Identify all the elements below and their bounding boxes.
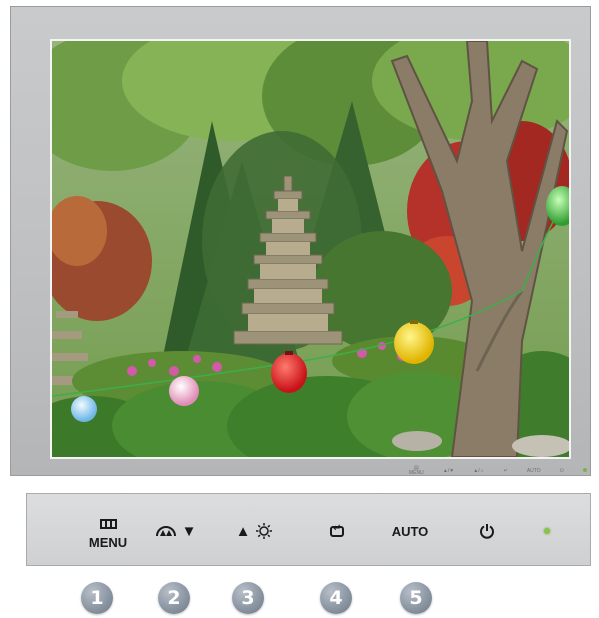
power-led-icon <box>544 528 550 534</box>
up-arrow-icon: ▲ <box>235 522 251 540</box>
mini-enter-button[interactable]: ↵ <box>503 467 508 474</box>
callout-badge-1: 1 <box>81 582 113 614</box>
power-indicator <box>537 516 557 546</box>
mini-auto-button[interactable]: AUTO <box>527 468 541 474</box>
down-arrow-icon: ▼ <box>181 522 197 540</box>
control-panel: MENU ▼ ▲ AUTO <box>26 493 591 566</box>
power-icon <box>480 524 494 539</box>
brightness-icon <box>256 523 273 539</box>
callout-badge-4: 4 <box>320 582 352 614</box>
enter-icon: ↵ <box>503 467 508 474</box>
mini-menu-button[interactable]: ▤ MENU <box>409 466 424 476</box>
auto-label: AUTO <box>391 523 429 539</box>
menu-icon <box>99 519 117 529</box>
mini-power-led <box>582 468 587 474</box>
callout-badge-2: 2 <box>158 582 190 614</box>
callout-badge-5: 5 <box>400 582 432 614</box>
monitor-screen <box>50 39 571 459</box>
callout-badge-3: 3 <box>232 582 264 614</box>
callout-badges: 1 2 3 4 5 <box>0 582 599 616</box>
brightness-down-button[interactable]: ▼ <box>145 516 207 546</box>
mini-brightness-down-button[interactable]: ▲/▼ <box>443 468 454 474</box>
magicbright-icon <box>155 526 176 537</box>
power-icon: ⏻ <box>559 467 564 474</box>
monitor-mini-control-panel: ▤ MENU ▲/▼ ▲/☼ ↵ AUTO ⏻ <box>409 464 587 478</box>
mini-power-button[interactable]: ⏻ <box>559 467 564 474</box>
brightness-up-button[interactable]: ▲ <box>223 516 285 546</box>
power-button[interactable] <box>475 516 499 546</box>
monitor: ▤ MENU ▲/▼ ▲/☼ ↵ AUTO ⏻ <box>10 6 591 476</box>
menu-button[interactable]: MENU <box>73 494 143 567</box>
menu-label: MENU <box>88 535 128 550</box>
power-led-icon <box>582 468 587 472</box>
auto-button[interactable]: AUTO <box>382 516 438 546</box>
enter-button[interactable] <box>319 516 355 546</box>
garden-photo <box>52 41 569 457</box>
enter-icon <box>330 523 344 537</box>
mini-brightness-up-button[interactable]: ▲/☼ <box>473 468 484 474</box>
